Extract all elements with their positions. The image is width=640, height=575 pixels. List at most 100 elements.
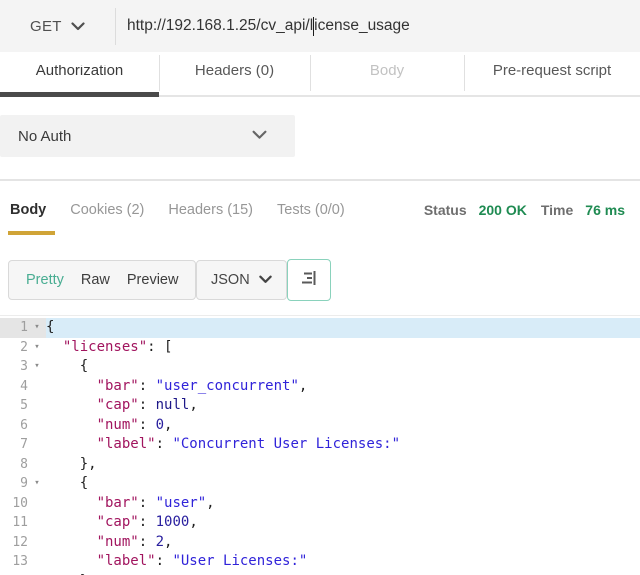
line-number: 1 [0,318,28,338]
line-gutter: 7 [0,435,46,455]
code-line: 14 } [0,572,640,575]
code-line: 1▾{ [0,318,640,338]
fold-spacer [28,533,46,553]
align-right-indent-icon [299,268,319,293]
tab-headers[interactable]: Headers (0) [159,65,310,92]
view-mode-preview[interactable]: Preview [127,272,179,288]
wrap-text-button[interactable] [287,259,331,301]
tab-body[interactable]: Body [310,65,464,92]
tab-pre-request-script[interactable]: Pre-request script [464,65,640,92]
triangle-down-icon[interactable]: ▾ [28,474,46,494]
line-number: 7 [0,435,28,455]
line-number: 8 [0,455,28,475]
fold-spacer [28,494,46,514]
tab-label: Body [310,65,464,81]
code-line: 4 "bar": "user_concurrent", [0,377,640,397]
code-line: 2▾ "licenses": [ [0,338,640,358]
line-gutter: 5 [0,396,46,416]
triangle-down-icon[interactable]: ▾ [28,318,46,338]
code-text: "bar": "user", [46,494,640,514]
line-gutter: 1▾ [0,318,46,338]
response-tab-body[interactable]: Body [10,202,46,218]
code-line: 13 "label": "User Licenses:" [0,552,640,572]
line-number: 5 [0,396,28,416]
time-label: Time [541,202,573,218]
code-line: 3▾ { [0,357,640,377]
triangle-down-icon[interactable]: ▾ [28,357,46,377]
triangle-down-icon[interactable]: ▾ [28,338,46,358]
view-mode-raw[interactable]: Raw [81,272,110,288]
line-number: 12 [0,533,28,553]
code-line: 7 "label": "Concurrent User Licenses:" [0,435,640,455]
line-gutter: 3▾ [0,357,46,377]
code-line: 5 "cap": null, [0,396,640,416]
fold-spacer [28,435,46,455]
time-value: 76 ms [585,202,625,218]
authorization-panel: No Auth [0,97,640,181]
code-line: 6 "num": 0, [0,416,640,436]
code-text: "licenses": [ [46,338,640,358]
auth-type-value: No Auth [18,128,71,145]
code-lines: 1▾{2▾ "licenses": [3▾ {4 "bar": "user_co… [0,318,640,575]
line-number: 10 [0,494,28,514]
response-tab-cookies[interactable]: Cookies (2) [70,202,144,218]
url-bar: GET http://192.168.1.25/cv_api/license_u… [0,0,640,52]
code-text: "label": "Concurrent User Licenses:" [46,435,640,455]
code-text: { [46,357,640,377]
code-line: 8 }, [0,455,640,475]
format-select[interactable]: JSON [196,260,287,300]
tab-label: Pre-request script [464,65,640,81]
fold-spacer [28,416,46,436]
view-mode-switch: Pretty Raw Preview [8,260,196,300]
method-selector[interactable]: GET [30,0,85,52]
response-tabs: Body Cookies (2) Headers (15) Tests (0/0… [10,202,369,218]
fold-spacer [28,455,46,475]
line-gutter: 12 [0,533,46,553]
line-gutter: 9▾ [0,474,46,494]
line-number: 13 [0,552,28,572]
code-line: 11 "cap": 1000, [0,513,640,533]
code-text: { [46,474,640,494]
code-text: "bar": "user_concurrent", [46,377,640,397]
line-number: 9 [0,474,28,494]
code-text: "cap": 1000, [46,513,640,533]
response-meta-bar: Body Cookies (2) Headers (15) Tests (0/0… [0,181,640,240]
code-text: "num": 0, [46,416,640,436]
response-tab-headers[interactable]: Headers (15) [168,202,253,218]
line-gutter: 14 [0,572,46,575]
code-text: "cap": null, [46,396,640,416]
chevron-down-icon [252,127,267,145]
url-input[interactable]: http://192.168.1.25/cv_api/license_usage [127,0,410,52]
chevron-down-icon [259,272,272,288]
line-number: 3 [0,357,28,377]
code-text: } [46,572,640,575]
fold-spacer [28,377,46,397]
line-number: 6 [0,416,28,436]
code-text: }, [46,455,640,475]
request-tabs: Authorization Headers (0) Body Pre-reque… [0,52,640,97]
line-gutter: 8 [0,455,46,475]
line-number: 2 [0,338,28,358]
view-mode-pretty[interactable]: Pretty [26,272,64,288]
line-gutter: 13 [0,552,46,572]
code-line: 10 "bar": "user", [0,494,640,514]
chevron-down-icon [71,18,85,35]
code-line: 9▾ { [0,474,640,494]
fold-spacer [28,396,46,416]
code-line: 12 "num": 2, [0,533,640,553]
fold-spacer [28,572,46,575]
line-number: 4 [0,377,28,397]
line-gutter: 4 [0,377,46,397]
url-text-before-caret: http://192.168.1.25/cv_api/l [127,17,313,35]
code-text: { [46,318,640,338]
auth-type-select[interactable]: No Auth [0,115,295,157]
tab-authorization[interactable]: Authorization [0,65,159,92]
line-gutter: 10 [0,494,46,514]
response-body-editor[interactable]: 1▾{2▾ "licenses": [3▾ {4 "bar": "user_co… [0,315,640,575]
tab-label: Headers (0) [159,65,310,81]
response-tab-tests[interactable]: Tests (0/0) [277,202,345,218]
format-value: JSON [211,272,250,288]
status-time-group: Status 200 OK Time 76 ms [424,202,625,218]
active-response-tab-underline [8,231,55,235]
status-value: 200 OK [479,202,527,218]
